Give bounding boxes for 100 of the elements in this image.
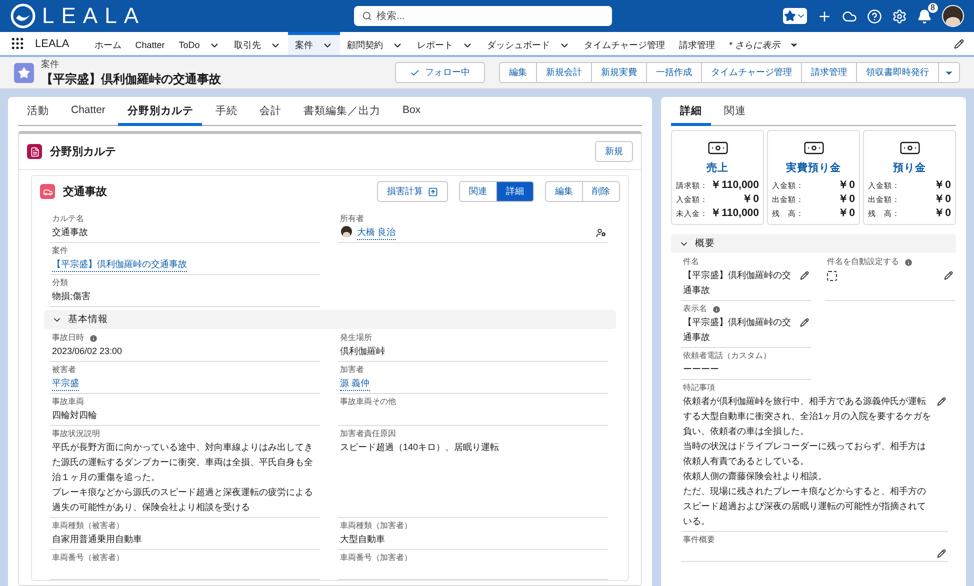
field-value: 物損;傷害 (52, 290, 92, 303)
field-label: 分類 (52, 277, 68, 289)
field-label: 表示名 (683, 303, 707, 315)
tab[interactable]: 分野別カルテ (118, 97, 202, 126)
action-button[interactable]: 編集 (499, 62, 537, 83)
favorites-button[interactable] (783, 8, 807, 24)
edit-icon[interactable] (800, 271, 809, 280)
field-value: 依頼者が倶利伽羅峠を旅行中、相手方である源義仲氏が運転する大型自動車に衝突され、全治1ヶ月の入院を要するケガを負い、依頼者の車は全損した。 (683, 395, 932, 438)
section-title: 概要 (695, 237, 715, 250)
field-label: 車両番号（加害者） (340, 552, 412, 564)
tab[interactable]: 書類編集／出力 (294, 97, 390, 126)
tab[interactable]: 会計 (250, 97, 290, 126)
calc-button[interactable]: 損害計算 (377, 181, 448, 202)
search-field[interactable]: 検索... (354, 6, 612, 26)
record-link[interactable]: 大橋 良治 (357, 225, 396, 240)
bell-icon[interactable] (917, 8, 932, 24)
amount-value: ￥0 (838, 192, 855, 206)
nav-item[interactable]: 顧問契約 (340, 32, 410, 55)
user-avatar[interactable] (942, 5, 964, 27)
field-label: 件名 (683, 256, 699, 268)
nav-item[interactable]: ホーム (87, 32, 128, 55)
action-button[interactable]: 削除 (582, 181, 620, 202)
document-icon (27, 144, 42, 159)
panel-title: 分野別カルテ (50, 144, 116, 159)
field-value: スピード超過（140キロ）、居眠り運転 (340, 441, 500, 454)
add-icon[interactable] (817, 8, 832, 24)
section-title: 基本情報 (68, 313, 108, 326)
section-header[interactable]: 基本情報 (44, 310, 616, 329)
export-icon (428, 186, 438, 196)
tab[interactable]: 手続 (206, 97, 246, 126)
tab[interactable]: Chatter (62, 97, 114, 126)
field-label: 被害者 (52, 364, 76, 376)
tab[interactable]: 活動 (18, 97, 58, 126)
field-value: 依頼人側の齋藤保険会社より相談。 (683, 470, 828, 483)
change-owner-icon[interactable] (596, 228, 606, 238)
nav-item[interactable]: Chatter (128, 32, 172, 55)
settings-icon[interactable] (892, 8, 907, 24)
field-value: ブレーキ痕などから源氏のスピード超過と深夜運転の疲労による過失の可能性があり、保険会社より相談を受ける (52, 486, 314, 514)
section-header[interactable]: 概要 (671, 234, 956, 253)
cloud-icon[interactable] (842, 8, 857, 24)
nav-item[interactable]: ToDo (172, 32, 227, 55)
nav-item[interactable]: ダッシュボード (480, 32, 577, 55)
record-link[interactable]: 【平宗盛】倶利伽羅峠の交通事故 (52, 257, 187, 272)
nav-item[interactable]: 案件 (288, 32, 340, 55)
edit-icon[interactable] (800, 318, 809, 327)
nav-item[interactable]: 請求管理 (672, 32, 722, 55)
record-link[interactable]: 源 義仲 (340, 376, 370, 391)
field-label: 発生場所 (340, 332, 372, 344)
edit-icon[interactable] (937, 549, 946, 558)
action-button[interactable]: 請求管理 (801, 62, 857, 83)
action-button[interactable]: 新規実費 (591, 62, 647, 83)
view-toggle[interactable]: 関連 (459, 181, 497, 202)
field-label: 案件 (52, 245, 68, 257)
field-label: 車両種類（被害者） (52, 520, 124, 532)
record-link[interactable]: 平宗盛 (52, 376, 79, 391)
field-value: 2023/06/02 23:00 (52, 345, 124, 358)
field-value: 平氏が長野方面に向かっている途中、対向車線よりはみ出してきた源氏の運転するダンプカーに衝突、車両は全損、平氏自身も全治１ヶ月の重傷を追った。 (52, 441, 314, 484)
edit-icon[interactable] (944, 271, 953, 280)
action-button[interactable]: 領収書即時発行 (856, 62, 939, 83)
follow-button[interactable]: フォロー中 (395, 62, 485, 83)
action-button[interactable]: 編集 (545, 181, 583, 202)
field-label: 事件概要 (683, 534, 715, 546)
card-title: 預り金 (893, 161, 926, 175)
checkbox[interactable] (827, 271, 837, 281)
nav-item[interactable]: レポート (410, 32, 480, 55)
card-title: 売上 (706, 161, 728, 175)
amount-value: ￥0 (838, 178, 855, 192)
action-button[interactable]: 一括作成 (646, 62, 702, 83)
edit-icon[interactable] (954, 38, 964, 48)
nav-item[interactable]: タイムチャージ管理 (576, 32, 672, 55)
field-value: ーーーー (683, 363, 720, 376)
edit-icon[interactable] (937, 397, 946, 406)
tab[interactable]: Box (393, 97, 430, 126)
info-icon (712, 304, 721, 314)
field-label: 車両種類（加害者） (340, 520, 412, 532)
amount-value: ￥0 (934, 206, 951, 220)
object-type: 案件 (41, 58, 60, 70)
help-icon[interactable] (867, 8, 882, 24)
tab[interactable]: 関連 (715, 97, 755, 126)
logo-text: LEALA (42, 3, 146, 29)
nav-item[interactable]: 取引先 (226, 32, 288, 55)
search-icon (362, 11, 372, 21)
card-title: 実費預り金 (786, 161, 841, 175)
field-label: 事故日時 (52, 332, 84, 344)
action-button[interactable]: タイムチャージ管理 (701, 62, 802, 83)
view-toggle[interactable]: 詳細 (496, 181, 534, 202)
field-value: 【平宗盛】倶利伽羅峠の交通事故 (683, 316, 792, 344)
info-icon (904, 258, 913, 266)
field-label: 車両番号（被害者） (52, 552, 124, 564)
field-label: 特記事項 (683, 382, 715, 394)
tab[interactable]: 詳細 (671, 97, 711, 126)
app-launcher-icon[interactable] (10, 36, 25, 51)
field-value: 大型自動車 (340, 533, 386, 546)
more-menu[interactable]: * さらに表示 (722, 32, 806, 55)
action-button[interactable]: 新規会計 (536, 62, 592, 83)
car-icon (40, 184, 55, 199)
logo-icon (10, 3, 36, 29)
info-icon (89, 334, 98, 342)
avatar-icon (340, 225, 353, 238)
new-button[interactable]: 新規 (595, 141, 633, 162)
